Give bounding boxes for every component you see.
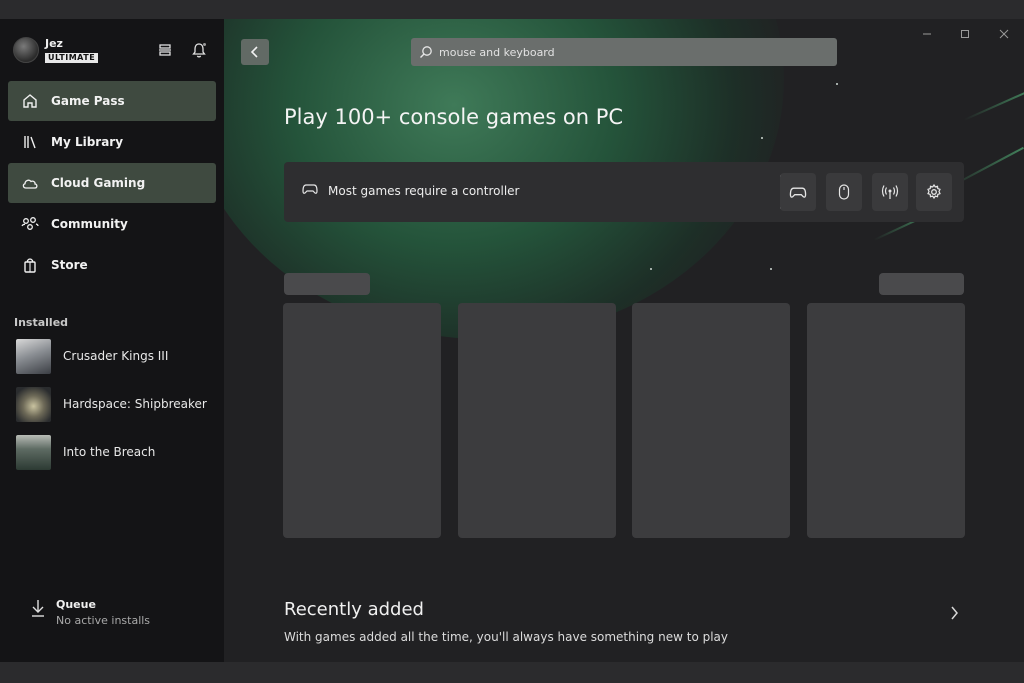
xbox-app-window: Jez ULTIMATE Game Pass My Library Cloud …: [0, 19, 1024, 662]
cloud-icon: [20, 173, 40, 193]
nav-label: Store: [51, 258, 88, 272]
sidebar: Jez ULTIMATE Game Pass My Library Cloud …: [0, 19, 224, 662]
installed-game-item[interactable]: Crusader Kings III: [16, 338, 168, 374]
queue-panel[interactable]: Queue No active installs: [30, 597, 150, 629]
chevron-right-icon: [950, 606, 958, 620]
queue-title: Queue: [56, 598, 96, 611]
social-icon[interactable]: [154, 39, 176, 61]
controller-input-button[interactable]: [780, 173, 816, 211]
game-title: Crusader Kings III: [63, 349, 169, 363]
controller-icon: [302, 183, 318, 198]
game-thumbnail: [16, 434, 51, 470]
game-title: Into the Breach: [63, 445, 156, 459]
loading-placeholder: [284, 273, 370, 295]
loading-game-card: [458, 303, 616, 538]
chevron-left-icon: [250, 46, 258, 58]
profile[interactable]: Jez ULTIMATE: [13, 36, 99, 63]
nav-community[interactable]: Community: [8, 204, 216, 244]
loading-game-card: [632, 303, 790, 538]
settings-gear-icon: [927, 184, 941, 200]
nav-label: Game Pass: [51, 94, 125, 108]
loading-placeholder: [879, 273, 964, 295]
community-icon: [20, 214, 40, 234]
nav-label: Cloud Gaming: [51, 176, 146, 190]
controller-notice-text: Most games require a controller: [328, 183, 520, 198]
recently-added-title: Recently added: [284, 599, 424, 620]
download-icon: [30, 597, 46, 629]
decor-star: [836, 83, 838, 85]
installed-game-item[interactable]: Hardspace: Shipbreaker: [16, 386, 207, 422]
game-title: Hardspace: Shipbreaker: [63, 397, 207, 411]
search-icon: [420, 46, 432, 58]
search-box[interactable]: mouse and keyboard: [411, 38, 837, 66]
nav-label: Community: [51, 217, 128, 231]
broadcast-icon: [881, 185, 899, 199]
minimize-icon[interactable]: [920, 27, 934, 41]
recently-added-see-all-button[interactable]: [944, 601, 964, 625]
recently-added-subtitle: With games added all the time, you'll al…: [284, 630, 728, 644]
loading-game-card: [807, 303, 965, 538]
main-content: mouse and keyboard Play 100+ console gam…: [224, 19, 1024, 662]
avatar[interactable]: [13, 37, 39, 63]
home-icon: [20, 91, 40, 111]
search-input[interactable]: mouse and keyboard: [439, 46, 555, 59]
queue-status: No active installs: [56, 614, 151, 627]
mouse-input-button[interactable]: [826, 173, 862, 211]
decor-streak: [963, 90, 1024, 121]
installed-section-label: Installed: [14, 316, 69, 329]
decor-star: [770, 268, 772, 270]
controller-notice: Most games require a controller: [302, 183, 519, 198]
back-button[interactable]: [241, 39, 269, 65]
settings-button[interactable]: [916, 173, 952, 211]
close-icon[interactable]: [997, 27, 1011, 41]
game-thumbnail: [16, 338, 51, 374]
page-title: Play 100+ console games on PC: [284, 105, 624, 129]
nav-store[interactable]: Store: [8, 245, 216, 285]
decor-star: [761, 137, 763, 139]
broadcast-input-button[interactable]: [872, 173, 908, 211]
library-icon: [20, 132, 40, 152]
nav-cloud-gaming[interactable]: Cloud Gaming: [8, 163, 216, 203]
controller-requirement-bar: Most games require a controller: [284, 162, 964, 222]
maximize-icon[interactable]: [958, 27, 972, 41]
store-bag-icon: [20, 255, 40, 275]
loading-game-card: [283, 303, 441, 538]
controller-icon: [789, 187, 807, 198]
notification-bell-icon[interactable]: [188, 39, 210, 61]
mouse-icon: [838, 184, 850, 200]
installed-game-item[interactable]: Into the Breach: [16, 434, 155, 470]
nav-game-pass[interactable]: Game Pass: [8, 81, 216, 121]
nav-label: My Library: [51, 135, 124, 149]
nav-my-library[interactable]: My Library: [8, 122, 216, 162]
decor-star: [650, 268, 652, 270]
tier-badge: ULTIMATE: [45, 52, 99, 63]
game-thumbnail: [16, 386, 51, 422]
gamertag: Jez: [45, 36, 63, 50]
